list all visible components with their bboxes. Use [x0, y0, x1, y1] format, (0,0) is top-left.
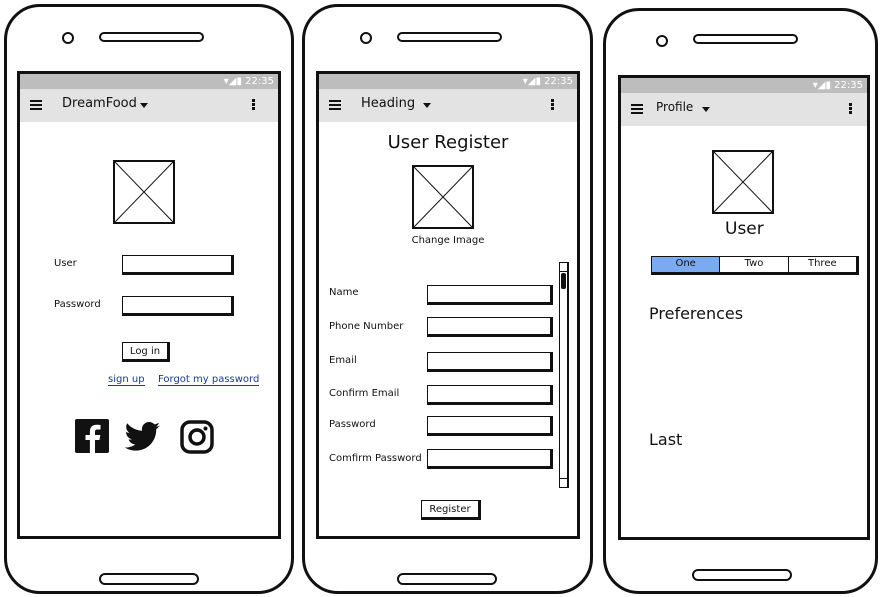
- name-input[interactable]: [427, 285, 553, 305]
- field-label-name: Name: [329, 287, 359, 298]
- speaker-grill: [397, 32, 502, 42]
- signup-link[interactable]: sign up: [108, 374, 145, 386]
- status-bar: ▾◢▮ 22:35: [319, 74, 577, 89]
- login-screen: ▾◢▮ 22:35 DreamFood User Password Log in…: [17, 71, 281, 539]
- password-label: Password: [54, 299, 101, 310]
- speaker-grill: [99, 32, 204, 42]
- phone-frame-register: ▾◢▮ 22:35 Heading User Register Change I…: [302, 4, 593, 594]
- logo-image-placeholder: [113, 160, 175, 224]
- confirm-password-input[interactable]: [427, 449, 553, 469]
- field-label-password: Password: [329, 419, 376, 430]
- avatar-image-placeholder: [412, 165, 474, 229]
- status-bar: ▾◢▮ 22:35: [621, 78, 867, 93]
- field-label-email: Email: [329, 355, 357, 366]
- app-bar: Profile: [621, 93, 867, 126]
- app-title[interactable]: Heading: [361, 96, 415, 111]
- facebook-icon[interactable]: [75, 419, 109, 453]
- menu-icon[interactable]: [631, 104, 643, 114]
- page-title: User Register: [387, 132, 509, 153]
- profile-image-placeholder: [712, 150, 774, 214]
- camera-icon: [360, 32, 372, 44]
- status-time: 22:35: [544, 76, 573, 87]
- password-input[interactable]: [427, 416, 553, 436]
- status-time: 22:35: [245, 76, 274, 87]
- camera-icon: [62, 32, 74, 44]
- scroll-down-arrow[interactable]: [560, 478, 567, 487]
- more-options-icon[interactable]: [849, 103, 852, 115]
- phone-number-input[interactable]: [427, 317, 553, 337]
- scroll-up-arrow[interactable]: [560, 263, 567, 272]
- tab-three[interactable]: Three: [789, 257, 856, 272]
- forgot-password-link[interactable]: Forgot my password: [158, 374, 260, 386]
- home-indicator: [397, 573, 497, 585]
- menu-icon[interactable]: [30, 100, 42, 110]
- field-label-confirm-password: Comfirm Password: [329, 453, 422, 464]
- tab-two[interactable]: Two: [720, 257, 789, 272]
- password-input[interactable]: [122, 296, 234, 316]
- field-label-confirm-email: Confirm Email: [329, 388, 400, 399]
- app-title[interactable]: DreamFood: [62, 96, 137, 111]
- register-screen: ▾◢▮ 22:35 Heading User Register Change I…: [316, 71, 580, 539]
- chevron-down-icon[interactable]: [702, 107, 710, 112]
- chevron-down-icon[interactable]: [423, 103, 431, 108]
- instagram-icon[interactable]: [180, 420, 214, 454]
- more-options-icon[interactable]: [551, 99, 554, 111]
- home-indicator: [692, 569, 792, 581]
- app-bar: Heading: [319, 89, 577, 122]
- scroll-thumb[interactable]: [561, 273, 566, 289]
- phone-frame-login: ▾◢▮ 22:35 DreamFood User Password Log in…: [4, 4, 294, 594]
- register-button[interactable]: Register: [421, 500, 481, 520]
- profile-screen: ▾◢▮ 22:35 Profile User One Two Three Pre…: [618, 75, 870, 540]
- phone-frame-profile: ▾◢▮ 22:35 Profile User One Two Three Pre…: [603, 8, 878, 594]
- camera-icon: [656, 35, 668, 47]
- user-name: User: [725, 219, 764, 239]
- tab-one[interactable]: One: [652, 257, 721, 272]
- change-image-link[interactable]: Change Image: [319, 235, 577, 246]
- home-indicator: [99, 573, 199, 585]
- login-button[interactable]: Log in: [122, 342, 170, 362]
- user-label: User: [54, 258, 77, 269]
- confirm-email-input[interactable]: [427, 385, 553, 405]
- more-options-icon[interactable]: [252, 99, 255, 111]
- chevron-down-icon[interactable]: [140, 103, 148, 108]
- form-scrollbar[interactable]: [559, 262, 569, 488]
- app-bar: DreamFood: [20, 89, 278, 122]
- status-bar: ▾◢▮ 22:35: [20, 74, 278, 89]
- menu-icon[interactable]: [329, 100, 341, 110]
- last-heading: Last: [649, 430, 683, 449]
- app-title[interactable]: Profile: [656, 100, 693, 114]
- preferences-heading: Preferences: [649, 304, 744, 323]
- speaker-grill: [693, 34, 798, 44]
- user-input[interactable]: [122, 255, 234, 275]
- field-label-phone: Phone Number: [329, 321, 404, 332]
- email-input[interactable]: [427, 352, 553, 372]
- status-time: 22:35: [834, 80, 863, 91]
- twitter-icon[interactable]: [124, 421, 161, 453]
- profile-tabs: One Two Three: [651, 256, 859, 275]
